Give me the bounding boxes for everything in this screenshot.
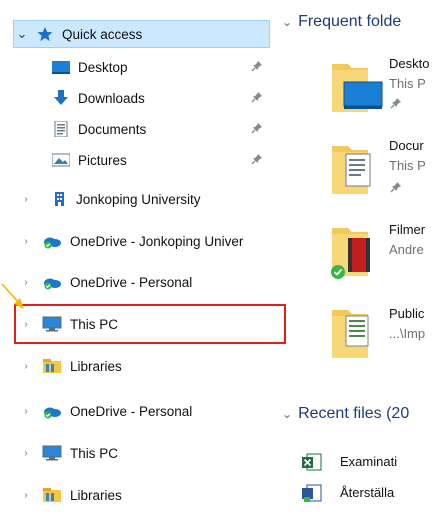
- nav-item-pictures[interactable]: Pictures: [0, 147, 271, 173]
- nav-item-label: Libraries: [70, 358, 122, 374]
- word-file-icon: [302, 483, 322, 503]
- pin-icon[interactable]: [251, 91, 263, 103]
- nav-item-label: Desktop: [78, 59, 128, 75]
- chevron-right-icon[interactable]: ›: [20, 489, 32, 501]
- navigation-pane: ⌄ Quick access Desktop Downloads Documen…: [0, 0, 271, 515]
- pin-icon[interactable]: [251, 153, 263, 165]
- recent-file[interactable]: Examinati: [340, 454, 397, 469]
- nav-item-label: Documents: [78, 121, 147, 137]
- excel-file-icon: [302, 452, 322, 472]
- nav-item-label: Libraries: [70, 487, 122, 503]
- nav-item-quick-access[interactable]: ⌄ Quick access: [13, 20, 270, 48]
- frequent-folders-header[interactable]: ⌄ Frequent folde: [282, 10, 401, 34]
- chevron-right-icon[interactable]: ›: [20, 360, 32, 372]
- onedrive-cloud-icon: [42, 274, 62, 290]
- folder-filmer-icon[interactable]: [328, 222, 390, 280]
- content-pane: ⌄ Frequent folde Deskto This P Docur Thi…: [282, 0, 434, 515]
- nav-item-label: Jonkoping University: [76, 191, 201, 207]
- nav-item-label: OneDrive - Personal: [70, 403, 193, 419]
- chevron-down-icon[interactable]: ⌄: [282, 15, 292, 29]
- building-icon: [50, 191, 68, 207]
- recent-file[interactable]: Återställa: [340, 485, 394, 500]
- nav-item-onedrive-personal-2[interactable]: › OneDrive - Personal: [0, 398, 271, 424]
- folder-documents-icon[interactable]: [328, 140, 390, 198]
- pin-icon[interactable]: [390, 181, 402, 193]
- star-icon: [36, 26, 54, 42]
- folder-name: Filmer: [389, 222, 426, 237]
- chevron-down-icon[interactable]: ⌄: [282, 407, 292, 421]
- nav-item-label: Pictures: [78, 152, 127, 168]
- section-title: Frequent folde: [298, 13, 402, 30]
- nav-item-desktop[interactable]: Desktop: [0, 54, 271, 80]
- nav-item-libraries[interactable]: › Libraries: [0, 353, 271, 379]
- chevron-right-icon[interactable]: ›: [20, 405, 32, 417]
- pin-icon[interactable]: [251, 60, 263, 72]
- folder-name: Deskto: [389, 56, 430, 71]
- nav-item-this-pc-2[interactable]: › This PC: [0, 440, 271, 466]
- nav-item-downloads[interactable]: Downloads: [0, 85, 271, 111]
- nav-item-libraries-2[interactable]: › Libraries: [0, 482, 271, 508]
- nav-item-label: OneDrive - Jonkoping Univer: [70, 233, 244, 249]
- onedrive-cloud-icon: [42, 233, 62, 249]
- folder-location: ...\Imp: [389, 326, 426, 341]
- chevron-down-icon[interactable]: ⌄: [16, 26, 28, 41]
- folder-name: Public: [389, 306, 425, 321]
- download-arrow-icon: [52, 90, 70, 106]
- onedrive-cloud-icon: [42, 403, 62, 419]
- recent-files-header[interactable]: ⌄ Recent files (20: [282, 402, 409, 426]
- document-icon: [52, 120, 70, 138]
- nav-item-label: Downloads: [78, 90, 145, 106]
- folder-location: Andre: [389, 242, 424, 257]
- nav-item-label: This PC: [70, 445, 119, 461]
- folder-public-icon[interactable]: [328, 304, 390, 362]
- pin-icon[interactable]: [390, 97, 402, 109]
- folder-location: This P: [389, 158, 426, 173]
- nav-item-onedrive-personal[interactable]: › OneDrive - Personal: [0, 269, 271, 295]
- chevron-right-icon[interactable]: ›: [20, 447, 32, 459]
- nav-item-jonkoping-university[interactable]: › Jonkoping University: [0, 186, 271, 212]
- chevron-right-icon[interactable]: ›: [20, 235, 32, 247]
- nav-item-label: OneDrive - Personal: [70, 274, 193, 290]
- nav-item-documents[interactable]: Documents: [0, 116, 271, 142]
- annotation-arrow-icon: [0, 282, 26, 312]
- pin-icon[interactable]: [251, 122, 263, 134]
- folder-name: Docur: [389, 138, 424, 153]
- chevron-right-icon[interactable]: ›: [20, 193, 32, 205]
- libraries-icon: [42, 487, 62, 503]
- libraries-icon: [42, 358, 62, 374]
- nav-item-onedrive-jonkoping[interactable]: › OneDrive - Jonkoping Univer: [0, 228, 271, 254]
- folder-location: This P: [389, 76, 426, 91]
- folder-desktop-icon[interactable]: [328, 58, 390, 116]
- desktop-icon: [52, 59, 70, 75]
- highlight-box: [14, 304, 286, 344]
- section-title: Recent files (20: [298, 405, 410, 422]
- nav-item-label: Quick access: [62, 26, 143, 42]
- pictures-icon: [51, 152, 71, 168]
- computer-icon: [42, 445, 62, 461]
